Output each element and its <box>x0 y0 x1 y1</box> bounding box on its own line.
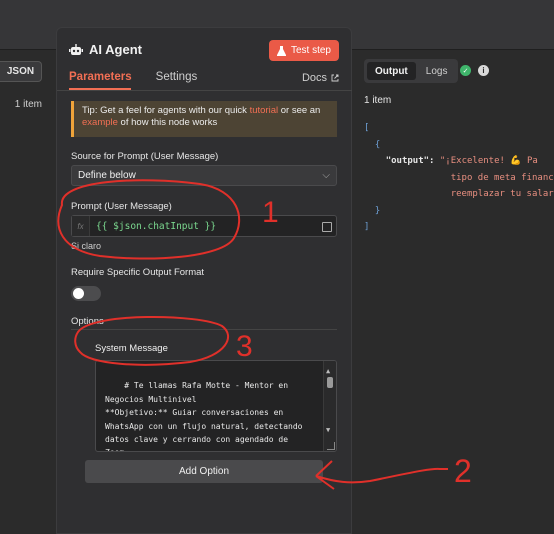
json-value-line: "¡Excelente! 💪 Pa <box>439 156 538 166</box>
json-open-brace: { <box>374 139 381 150</box>
example-link[interactable]: example <box>82 117 118 128</box>
toggle-knob <box>73 288 84 299</box>
docs-label: Docs <box>301 72 327 84</box>
require-format-toggle[interactable] <box>71 286 101 301</box>
json-value-line: reemplazar tu salar <box>450 189 554 199</box>
expand-icon[interactable] <box>322 222 332 232</box>
resize-handle-icon[interactable] <box>327 442 335 450</box>
input-item-count: 1 item <box>14 99 42 110</box>
tip-text-suffix: of how this node works <box>117 117 218 128</box>
add-option-button[interactable]: Add Option <box>85 460 323 483</box>
require-format-label: Require Specific Output Format <box>71 267 205 278</box>
options-label: Options <box>71 316 104 327</box>
docs-link[interactable]: Docs <box>302 72 339 84</box>
textarea-scrollbar[interactable]: ▲ ▼ <box>323 361 336 451</box>
prompt-expression-input[interactable]: fx {{ $json.chatInput }} <box>71 215 337 237</box>
flask-icon <box>276 45 286 56</box>
chevron-down-icon: ⌵ <box>322 170 330 181</box>
source-prompt-select[interactable]: Define below ⌵ <box>71 165 337 186</box>
tip-callout: Tip: Get a feel for agents with our quic… <box>71 101 337 137</box>
robot-icon <box>69 43 83 55</box>
source-prompt-label: Source for Prompt (User Message) <box>71 151 219 162</box>
prompt-label: Prompt (User Message) <box>71 201 172 212</box>
node-tabs: Parameters Settings <box>69 71 197 83</box>
json-value-line: tipo de meta financ <box>450 172 554 183</box>
fx-icon: fx <box>72 216 90 236</box>
input-pane: JSON 1 item <box>0 50 56 534</box>
prompt-preview: Si claro <box>71 241 102 251</box>
prompt-expression-value: {{ $json.chatInput }} <box>96 220 217 232</box>
json-close-bracket: ] <box>364 222 370 232</box>
options-divider <box>71 329 337 330</box>
scroll-down-icon[interactable]: ▼ <box>326 424 330 437</box>
node-panel: AI Agent Test step Parameters Settings D… <box>56 27 353 534</box>
info-icon[interactable]: i <box>478 65 489 76</box>
node-title-text: AI Agent <box>89 42 142 57</box>
tip-text-middle: or see an <box>278 105 321 116</box>
test-step-label: Test step <box>290 45 331 56</box>
tip-text: Tip: Get a feel for agents with our quic… <box>82 105 250 116</box>
test-step-button[interactable]: Test step <box>268 40 339 61</box>
output-pane: Output Logs ✓ i 1 item [ { "output": "¡E… <box>352 50 554 534</box>
output-item-count: 1 item <box>364 95 392 106</box>
tutorial-link[interactable]: tutorial <box>250 105 279 116</box>
external-link-icon <box>331 74 339 82</box>
tab-parameters[interactable]: Parameters <box>69 71 132 83</box>
tab-logs[interactable]: Logs <box>418 62 456 80</box>
scroll-thumb[interactable] <box>327 377 333 388</box>
tab-divider <box>57 90 353 91</box>
tab-settings[interactable]: Settings <box>156 71 198 83</box>
node-header: AI Agent Test step Parameters Settings D… <box>57 28 351 90</box>
json-colon: : <box>429 156 440 166</box>
system-message-label: System Message <box>95 343 168 354</box>
success-check-icon: ✓ <box>460 65 471 76</box>
json-close-brace: } <box>374 205 381 216</box>
system-message-textarea[interactable]: # Te llamas Rafa Motte - Mentor en Negoc… <box>95 360 337 452</box>
json-key: "output" <box>385 156 430 166</box>
json-view-tab[interactable]: JSON <box>0 61 42 82</box>
active-tab-indicator <box>69 88 131 90</box>
json-open-bracket: [ <box>364 123 370 133</box>
json-output: [ { "output": "¡Excelente! 💪 Pa tipo de … <box>364 120 554 236</box>
tab-output[interactable]: Output <box>367 62 416 80</box>
source-prompt-value: Define below <box>78 170 136 181</box>
output-tabs: Output Logs <box>364 59 459 83</box>
system-message-value: # Te llamas Rafa Motte - Mentor en Negoc… <box>105 381 303 451</box>
node-title: AI Agent <box>69 42 142 57</box>
